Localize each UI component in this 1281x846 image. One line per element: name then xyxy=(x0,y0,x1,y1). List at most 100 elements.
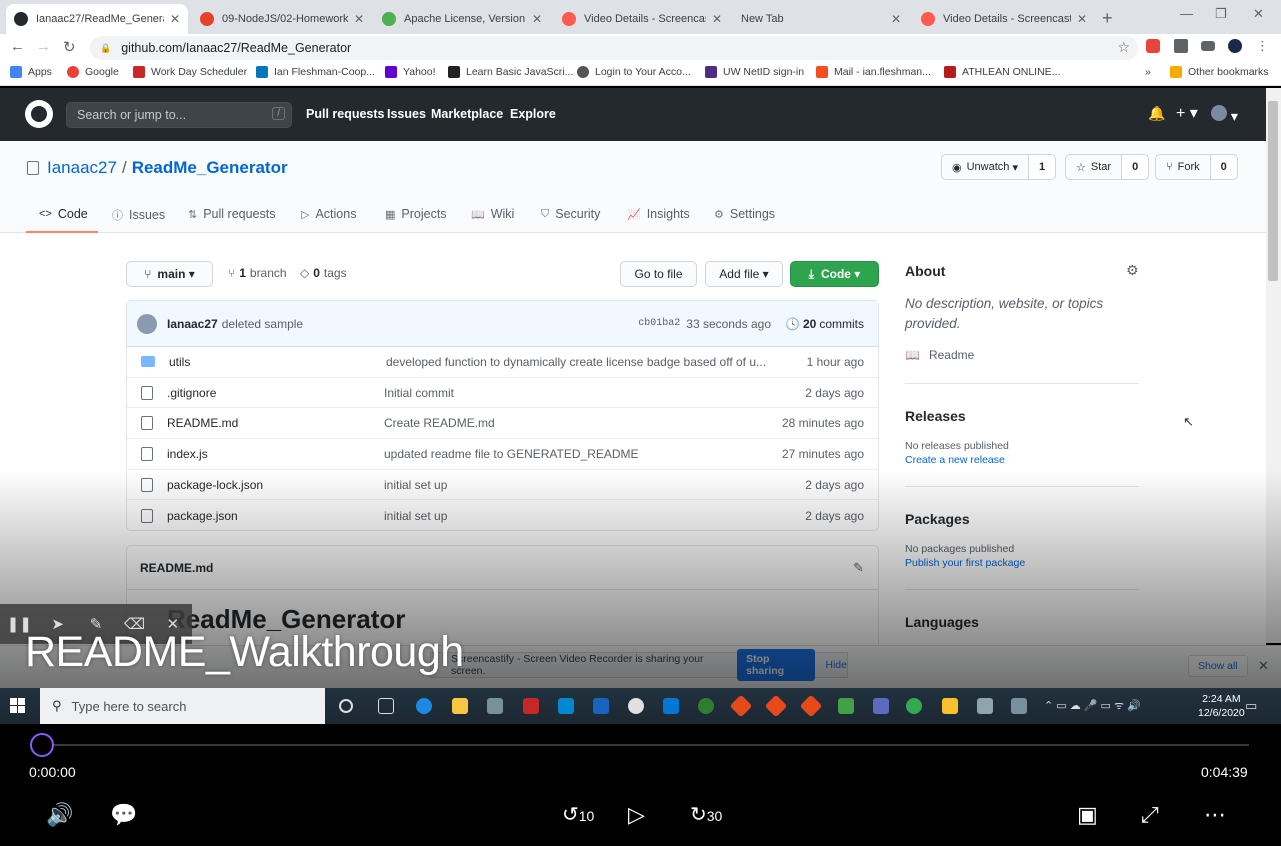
nav-issues[interactable]: Issues xyxy=(387,107,426,121)
vscode-icon[interactable] xyxy=(663,698,679,714)
taskbar-clock[interactable]: 2:24 AM 12/6/2020 xyxy=(1198,692,1245,720)
table-row[interactable]: index.js updated readme file to GENERATED… xyxy=(127,439,878,470)
minimize-icon[interactable]: — xyxy=(1180,6,1193,21)
bookmark-login[interactable]: Login to Your Acco... xyxy=(577,66,691,78)
file-name[interactable]: package.json xyxy=(167,509,384,523)
store-icon[interactable] xyxy=(487,698,503,714)
file-name[interactable]: .gitignore xyxy=(167,386,384,400)
commit-sha[interactable]: cb01ba2 xyxy=(638,318,680,329)
system-tray-icons[interactable]: ⌃ ▭ ☁ 🎤 ▭ ᯤ 🔊 xyxy=(1044,698,1141,713)
app-icon[interactable] xyxy=(873,698,889,714)
user-avatar-dropdown[interactable]: ▾ xyxy=(1211,105,1238,125)
gear-icon[interactable]: ⚙ xyxy=(1126,262,1139,279)
bookmark-ian[interactable]: Ian Fleshman-Coop... xyxy=(256,66,375,78)
file-name[interactable]: package-lock.json xyxy=(167,478,384,492)
bookmark-mail[interactable]: Mail - ian.fleshman... xyxy=(816,66,931,78)
bookmark-apps[interactable]: Apps xyxy=(10,66,52,78)
watch-button[interactable]: ◉ Unwatch ▾ 1 xyxy=(941,154,1057,180)
git-icon[interactable] xyxy=(729,694,753,718)
close-tab-icon[interactable]: ✕ xyxy=(354,12,364,26)
packages-heading[interactable]: Packages xyxy=(905,511,970,527)
file-commit-message[interactable]: initial set up xyxy=(384,509,805,523)
screencastify-extension-icon[interactable] xyxy=(1146,39,1160,53)
close-window-icon[interactable]: ✕ xyxy=(1253,6,1264,22)
file-commit-message[interactable]: developed function to dynamically create… xyxy=(386,355,807,369)
file-commit-message[interactable]: initial set up xyxy=(384,478,805,492)
tab-insights[interactable]: 📈 Insights xyxy=(627,207,690,221)
mini-player-icon[interactable]: ▣ xyxy=(1077,802,1098,828)
extensions-puzzle-icon[interactable] xyxy=(1174,39,1188,53)
plus-dropdown-icon[interactable]: + ▾ xyxy=(1176,103,1198,123)
node-icon[interactable] xyxy=(838,698,854,714)
app-l-icon[interactable] xyxy=(558,698,574,714)
file-commit-message[interactable]: Create README.md xyxy=(384,416,782,430)
commit-author[interactable]: Ianaac27 xyxy=(167,317,218,331)
fork-button[interactable]: ⑂ Fork 0 xyxy=(1155,154,1238,180)
notepad-icon[interactable] xyxy=(1011,698,1027,714)
more-options-icon[interactable]: ⋯ xyxy=(1204,802,1226,828)
tab-projects[interactable]: ▦ Projects xyxy=(385,207,447,221)
rewind-icon[interactable]: ↺10 xyxy=(562,802,594,827)
close-tab-icon[interactable]: ✕ xyxy=(712,12,722,26)
table-row[interactable]: package.json initial set up 2 days ago xyxy=(127,500,878,531)
tab-security[interactable]: ⛉ Security xyxy=(541,207,600,221)
browser-tab-screencastify-2[interactable]: Video Details - Screencastify ✕ xyxy=(913,4,1095,34)
tab-issues[interactable]: ⓘ Issues xyxy=(112,207,165,223)
git-icon[interactable] xyxy=(764,694,788,718)
taskbar-search-input[interactable]: ⚲ Type here to search xyxy=(40,688,325,724)
go-to-file-button[interactable]: Go to file xyxy=(620,261,697,287)
tab-actions[interactable]: ▷ Actions xyxy=(301,207,356,221)
bookmark-work-day[interactable]: Work Day Scheduler xyxy=(133,66,247,78)
github-search-input[interactable]: Search or jump to... / xyxy=(66,102,292,128)
show-all-button[interactable]: Show all xyxy=(1188,655,1248,677)
tab-settings[interactable]: ⚙ Settings xyxy=(714,207,775,221)
table-row[interactable]: utils developed function to dynamically c… xyxy=(127,347,878,378)
close-tab-icon[interactable]: ✕ xyxy=(532,12,542,26)
branch-selector[interactable]: ⑂ main ▾ xyxy=(126,261,213,287)
forward-icon[interactable]: ↻30 xyxy=(690,802,722,827)
table-row[interactable]: README.md Create README.md 28 minutes ago xyxy=(127,408,878,440)
more-bookmarks-icon[interactable]: » xyxy=(1145,66,1151,78)
close-tab-icon[interactable]: ✕ xyxy=(1077,12,1087,26)
stop-sharing-button[interactable]: Stop sharing xyxy=(737,649,816,681)
hide-button[interactable]: Hide xyxy=(825,659,847,671)
fullscreen-icon[interactable]: ⤢ xyxy=(1141,802,1159,828)
create-release-link[interactable]: Create a new release xyxy=(905,454,1005,466)
git-icon[interactable] xyxy=(799,694,823,718)
repo-owner-link[interactable]: Ianaac27 xyxy=(47,158,117,178)
bookmark-other[interactable]: Other bookmarks xyxy=(1170,66,1269,78)
reload-icon[interactable]: ↻ xyxy=(63,38,76,56)
cortana-icon[interactable] xyxy=(339,699,353,713)
bookmark-athlean[interactable]: ATHLEAN ONLINE... xyxy=(944,66,1060,78)
add-file-button[interactable]: Add file ▾ xyxy=(705,261,783,287)
file-name[interactable]: utils xyxy=(169,355,386,369)
captions-icon[interactable]: 💬 xyxy=(110,802,137,828)
readme-link[interactable]: 📖 Readme xyxy=(905,348,974,362)
menu-dots-icon[interactable]: ⋮ xyxy=(1256,38,1269,54)
avatar[interactable] xyxy=(137,313,157,334)
tab-code[interactable]: <> Code xyxy=(39,207,88,221)
browser-tab-github[interactable]: Ianaac27/ReadMe_Generator ✕ xyxy=(6,4,188,34)
maximize-icon[interactable]: ❐ xyxy=(1215,6,1227,22)
file-name[interactable]: README.md xyxy=(167,416,384,430)
sticky-notes-icon[interactable] xyxy=(942,698,958,714)
snip-icon[interactable] xyxy=(977,698,993,714)
nav-marketplace[interactable]: Marketplace xyxy=(431,107,503,121)
reading-list-icon[interactable] xyxy=(1201,41,1215,51)
file-commit-message[interactable]: Initial commit xyxy=(384,386,805,400)
browser-tab-newtab[interactable]: New Tab ✕ xyxy=(733,4,909,34)
close-tab-icon[interactable]: ✕ xyxy=(891,12,901,26)
repo-name-link[interactable]: ReadMe_Generator xyxy=(132,158,288,178)
profile-icon[interactable] xyxy=(1228,39,1242,53)
commits-link[interactable]: 🕓 20 commits xyxy=(785,317,864,331)
mcafee-icon[interactable] xyxy=(523,698,539,714)
windows-start-icon[interactable] xyxy=(10,698,26,714)
mail-icon[interactable] xyxy=(593,698,609,714)
bell-icon[interactable]: 🔔 xyxy=(1148,105,1165,122)
volume-icon[interactable]: 🔊 xyxy=(46,802,73,828)
new-tab-icon[interactable]: + xyxy=(1102,8,1113,29)
commit-message[interactable]: deleted sample xyxy=(222,317,639,331)
edge-icon[interactable] xyxy=(416,698,432,714)
file-commit-message[interactable]: updated readme file to GENERATED_README xyxy=(384,447,782,461)
browser-tab-apache[interactable]: Apache License, Version 2.0 | ✕ xyxy=(374,4,550,34)
